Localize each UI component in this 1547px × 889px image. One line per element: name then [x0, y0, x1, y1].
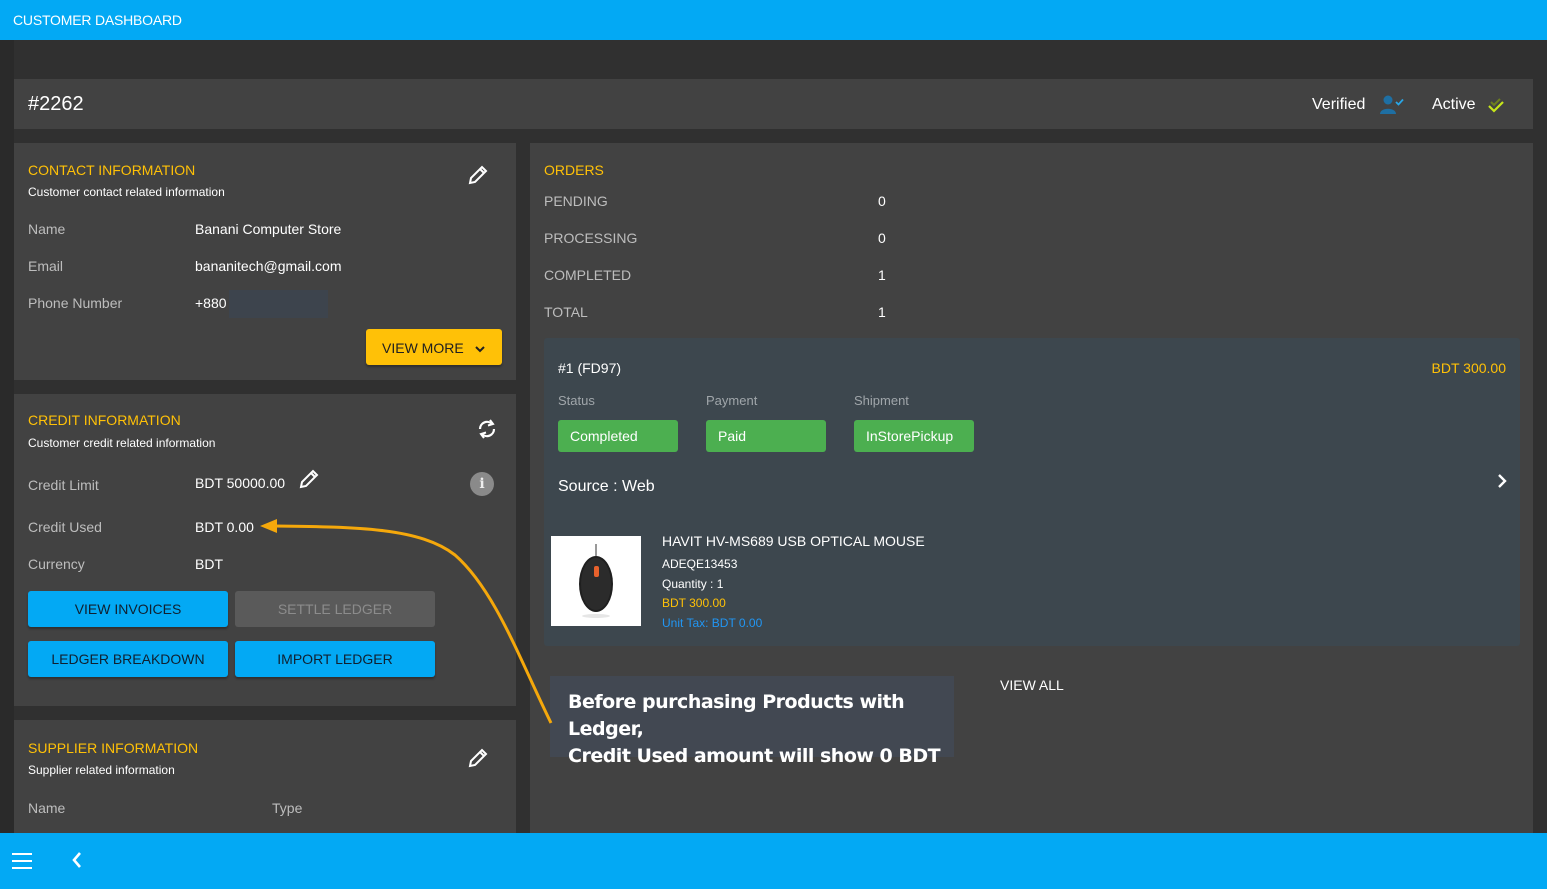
product-price: BDT 300.00 [662, 596, 726, 610]
app-title: CUSTOMER DASHBOARD [13, 12, 182, 28]
view-more-label: VIEW MORE [382, 340, 464, 356]
credit-information-card: CREDIT INFORMATION Customer credit relat… [14, 394, 516, 706]
orders-title: ORDERS [544, 162, 604, 178]
supplier-name-column: Name [28, 800, 66, 816]
top-app-bar: CUSTOMER DASHBOARD [0, 0, 1547, 40]
info-icon[interactable]: i [470, 472, 494, 496]
contact-email-label: Email [28, 258, 64, 274]
currency-label: Currency [28, 556, 85, 572]
view-more-button[interactable]: VIEW MORE [366, 329, 502, 365]
chevron-down-icon [474, 341, 486, 357]
pending-label: PENDING [544, 193, 608, 209]
customer-id: #2262 [28, 93, 84, 115]
refresh-sync-icon[interactable] [476, 418, 498, 445]
credit-title: CREDIT INFORMATION [28, 412, 181, 428]
annotation-line-1: Before purchasing Products with Ledger, [568, 691, 905, 740]
order-amount: BDT 300.00 [1431, 360, 1506, 376]
right-gutter [1533, 40, 1547, 833]
payment-label: Payment [706, 393, 758, 408]
chevron-right-icon[interactable] [1496, 473, 1508, 494]
payment-badge: Paid [706, 420, 826, 452]
contact-title: CONTACT INFORMATION [28, 162, 196, 178]
left-gutter [0, 40, 14, 833]
order-source: Source : Web [558, 478, 655, 495]
currency-value: BDT [195, 556, 223, 572]
credit-used-label: Credit Used [28, 519, 102, 535]
product-name: HAVIT HV-MS689 USB OPTICAL MOUSE [662, 533, 925, 549]
supplier-subtitle: Supplier related information [28, 763, 175, 777]
view-invoices-button[interactable]: VIEW INVOICES [28, 591, 228, 627]
import-ledger-button[interactable]: IMPORT LEDGER [235, 641, 435, 677]
verified-user-icon [1380, 95, 1404, 120]
chevron-left-back-icon[interactable] [70, 851, 86, 871]
customer-header: #2262 Verified Active [14, 79, 1533, 129]
shipment-label: Shipment [854, 393, 909, 408]
product-sku: ADEQE13453 [662, 557, 738, 571]
phone-redaction [229, 290, 328, 318]
annotation-line-2: Credit Used amount will show 0 BDT [568, 745, 941, 767]
view-all-orders-link[interactable]: VIEW ALL [1000, 677, 1064, 693]
completed-label: COMPLETED [544, 267, 632, 283]
order-id: #1 (FD97) [558, 360, 622, 376]
credit-limit-label: Credit Limit [28, 477, 99, 493]
settle-ledger-button: SETTLE LEDGER [235, 591, 435, 627]
pending-count: 0 [878, 193, 886, 209]
product-quantity: Quantity : 1 [662, 577, 724, 591]
contact-phone-value: +880 [195, 295, 227, 311]
bottom-app-bar [0, 833, 1547, 889]
edit-supplier-pencil-icon[interactable] [468, 748, 488, 773]
edit-contact-pencil-icon[interactable] [468, 165, 488, 190]
contact-information-card: CONTACT INFORMATION Customer contact rel… [14, 143, 516, 380]
edit-credit-limit-pencil-icon[interactable] [299, 469, 319, 494]
contact-subtitle: Customer contact related information [28, 185, 225, 199]
status-badge: Completed [558, 420, 678, 452]
contact-phone-label: Phone Number [28, 295, 123, 311]
order-item-card[interactable]: #1 (FD97) BDT 300.00 Status Payment Ship… [544, 338, 1520, 646]
product-image-mouse [551, 536, 641, 626]
contact-name-label: Name [28, 221, 66, 237]
total-count: 1 [878, 304, 886, 320]
double-check-icon [1488, 97, 1506, 118]
processing-count: 0 [878, 230, 886, 246]
credit-used-value: BDT 0.00 [195, 519, 254, 535]
credit-subtitle: Customer credit related information [28, 436, 216, 450]
processing-label: PROCESSING [544, 230, 638, 246]
annotation-callout: Before purchasing Products with Ledger, … [550, 676, 954, 767]
shipment-badge: InStorePickup [854, 420, 974, 452]
credit-limit-value: BDT 50000.00 [195, 475, 286, 491]
active-label: Active [1432, 96, 1476, 113]
contact-name-value: Banani Computer Store [195, 221, 342, 237]
verified-label: Verified [1312, 96, 1366, 113]
completed-count: 1 [878, 267, 886, 283]
hamburger-menu-icon[interactable] [12, 853, 32, 869]
supplier-title: SUPPLIER INFORMATION [28, 740, 199, 756]
supplier-type-column: Type [272, 800, 303, 816]
product-unit-tax: Unit Tax: BDT 0.00 [662, 616, 763, 630]
contact-email-value: bananitech@gmail.com [195, 258, 342, 274]
ledger-breakdown-button[interactable]: LEDGER BREAKDOWN [28, 641, 228, 677]
total-label: TOTAL [544, 304, 588, 320]
status-label: Status [558, 393, 595, 408]
